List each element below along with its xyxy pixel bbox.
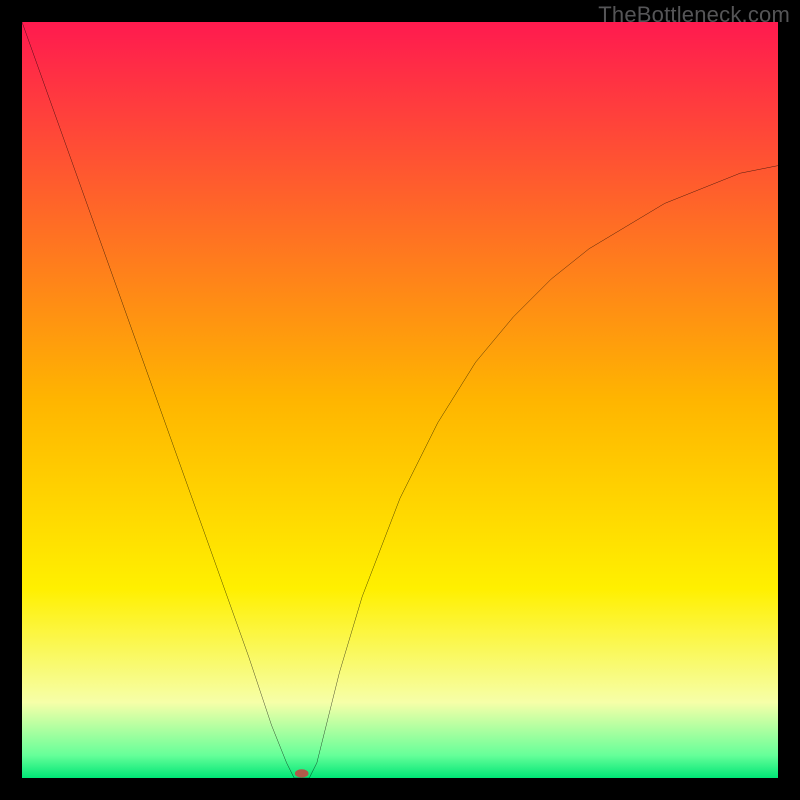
optimal-marker xyxy=(295,769,309,777)
chart-plot xyxy=(22,22,778,778)
watermark-text: TheBottleneck.com xyxy=(598,2,790,28)
chart-frame: TheBottleneck.com xyxy=(0,0,800,800)
gradient-panel xyxy=(22,22,778,778)
